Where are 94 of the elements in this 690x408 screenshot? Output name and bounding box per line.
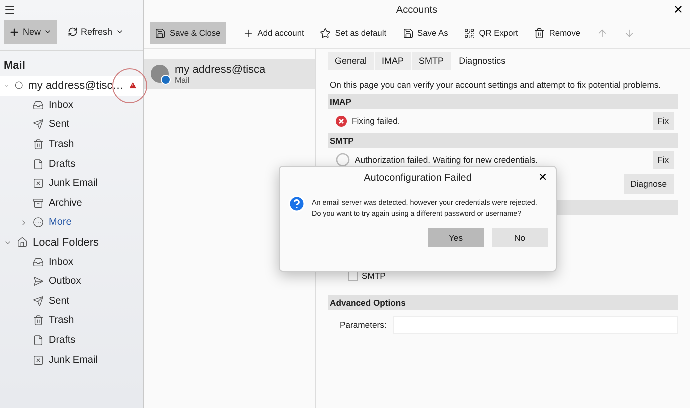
- junk-icon: [33, 354, 44, 366]
- close-button[interactable]: [673, 4, 684, 15]
- checkbox-label: SMTP: [362, 271, 386, 281]
- folder-item[interactable]: Drafts: [0, 154, 143, 174]
- fix-button[interactable]: Fix: [652, 112, 674, 130]
- new-button[interactable]: New: [4, 20, 58, 44]
- trash-icon: [33, 315, 44, 326]
- home-icon: [17, 237, 28, 248]
- status-message: Fixing failed.: [352, 116, 402, 126]
- refresh-button[interactable]: Refresh: [63, 20, 129, 44]
- toolbar-button[interactable]: Set as default: [315, 22, 392, 44]
- section-header: SMTP: [328, 133, 678, 148]
- dialog-button[interactable]: No: [492, 228, 548, 247]
- folder-item[interactable]: Trash: [0, 134, 143, 154]
- plus-icon: [242, 28, 254, 38]
- folder-label: Sent: [49, 296, 70, 307]
- account-item[interactable]: my address@tisca Mail: [144, 59, 315, 89]
- section-header: IMAP: [328, 94, 678, 109]
- folder-item[interactable]: Drafts: [0, 330, 143, 350]
- ellipsis-icon: [33, 217, 44, 228]
- menu-button[interactable]: [4, 4, 16, 16]
- tab[interactable]: General: [328, 52, 374, 70]
- toolbar-button[interactable]: Save & Close: [150, 22, 226, 44]
- folder-item[interactable]: Junk Email: [0, 174, 143, 194]
- tab[interactable]: SMTP: [412, 52, 452, 70]
- account-avatar: [151, 65, 169, 83]
- tab[interactable]: IMAP: [375, 52, 412, 70]
- folder-label: Inbox: [49, 100, 74, 111]
- document-icon: [33, 158, 44, 170]
- close-button[interactable]: [538, 172, 548, 182]
- folder-label: Trash: [49, 315, 74, 326]
- field-label: Parameters:: [340, 320, 387, 330]
- error-icon: [336, 116, 347, 126]
- folder-item[interactable]: Local Folders: [0, 232, 143, 252]
- dialog-title: Autoconfiguration Failed: [364, 172, 472, 184]
- question-icon: [288, 195, 306, 213]
- status-message: Authorization failed. Waiting for new credentials.: [355, 155, 540, 165]
- spinner-icon: [336, 153, 350, 167]
- archive-icon: [33, 198, 44, 209]
- qr-code-icon: [464, 28, 476, 38]
- plus-icon: [9, 26, 20, 38]
- refresh-icon: [68, 27, 78, 37]
- arrow-down-icon: [624, 28, 635, 38]
- intro-text: On this page you can verify your account settings and attempt to fix potential problems.: [329, 79, 662, 92]
- folder-item[interactable]: Sent: [0, 292, 143, 312]
- folder-item[interactable]: Junk Email: [0, 350, 143, 370]
- trash-icon: [33, 139, 44, 150]
- window-title: Accounts: [396, 4, 438, 16]
- section-header: Advanced Options: [328, 295, 678, 310]
- toolbar-button[interactable]: Add account: [238, 22, 310, 44]
- folder-label: Trash: [49, 139, 74, 150]
- folder-label: More: [49, 217, 72, 228]
- account-icon: [14, 80, 24, 92]
- folder-item[interactable]: Outbox: [0, 272, 143, 292]
- toolbar-button[interactable]: QR Export: [459, 22, 524, 44]
- toolbar-button[interactable]: Save As: [398, 22, 454, 44]
- folder-label: Archive: [49, 198, 82, 209]
- outbox-icon: [33, 276, 44, 288]
- chevron-icon: [116, 28, 124, 36]
- folder-item[interactable]: Inbox: [0, 252, 143, 272]
- star-icon: [320, 28, 332, 38]
- folder-label: Outbox: [49, 276, 82, 288]
- trash-icon: [534, 28, 546, 38]
- toolbar-button[interactable]: Remove: [529, 22, 586, 44]
- diagnose-button[interactable]: Diagnose: [624, 174, 674, 194]
- checkbox[interactable]: [348, 271, 358, 281]
- chevron-icon[interactable]: [20, 218, 28, 227]
- arrow-up-icon: [596, 28, 608, 38]
- junk-icon: [33, 178, 44, 190]
- save-icon: [155, 28, 166, 38]
- folder-label: Drafts: [49, 158, 76, 170]
- folder-label: Sent: [49, 119, 70, 130]
- folder-label: Local Folders: [33, 236, 100, 249]
- folder-label: Inbox: [49, 256, 74, 268]
- dialog-button[interactable]: Yes: [428, 228, 484, 247]
- inbox-icon: [33, 256, 44, 268]
- folder-label: Junk Email: [49, 178, 98, 190]
- inbox-icon: [33, 100, 44, 111]
- chevron-icon: [44, 28, 52, 36]
- section-heading: Mail: [3, 59, 26, 74]
- folder-label: Drafts: [49, 335, 76, 346]
- folder-label: Junk Email: [49, 354, 98, 366]
- folder-item[interactable]: More: [0, 213, 143, 233]
- paper-plane-icon: [33, 296, 44, 307]
- fix-button[interactable]: Fix: [652, 151, 674, 169]
- folder-item[interactable]: Trash: [0, 311, 143, 331]
- account-type: Mail: [175, 76, 191, 84]
- paper-plane-icon: [33, 119, 44, 130]
- document-icon: [33, 335, 44, 346]
- account-name: my address@tisca: [175, 64, 266, 76]
- folder-item[interactable]: Inbox: [0, 96, 143, 116]
- save-icon: [402, 28, 414, 38]
- folder-item[interactable]: Sent: [0, 115, 143, 135]
- folder-item[interactable]: Archive: [0, 194, 143, 214]
